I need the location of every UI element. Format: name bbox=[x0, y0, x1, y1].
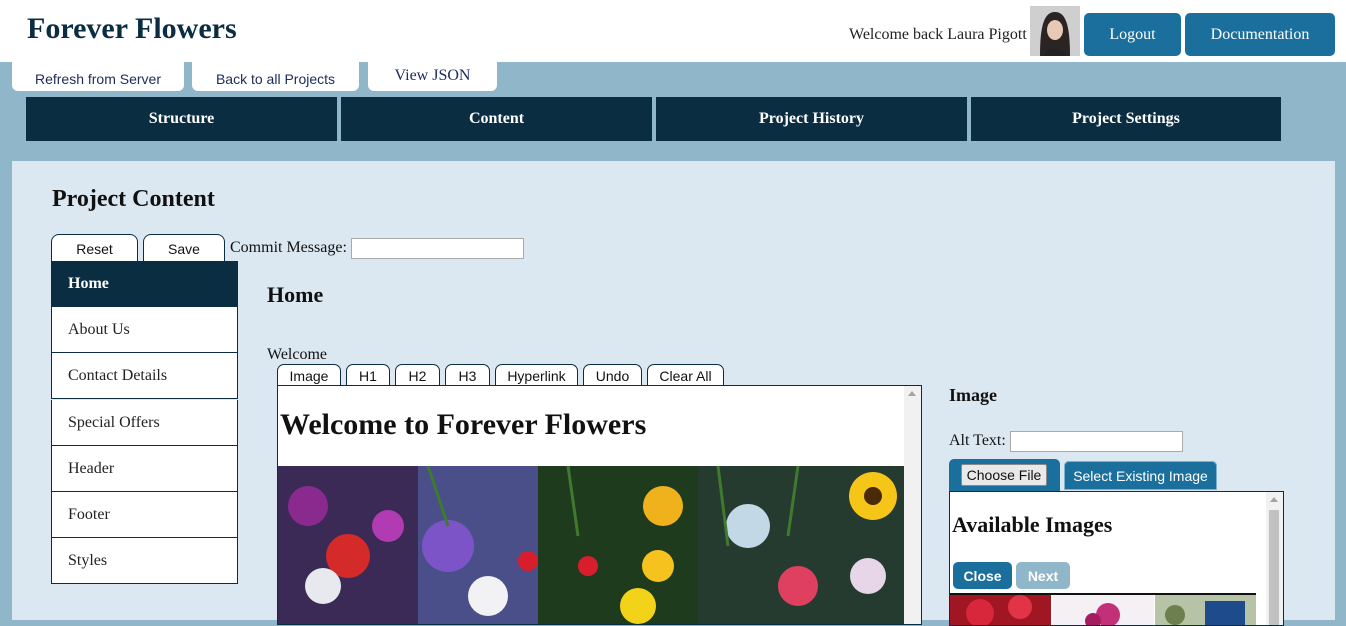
available-images-heading: Available Images bbox=[952, 512, 1113, 537]
tab-project-settings[interactable]: Project Settings bbox=[971, 97, 1281, 141]
editor-scrollbar[interactable] bbox=[904, 386, 921, 624]
image-heading: Image bbox=[949, 385, 997, 405]
sidebar-item-special-offers[interactable]: Special Offers bbox=[51, 400, 238, 446]
documentation-button[interactable]: Documentation bbox=[1185, 13, 1335, 56]
thumbnail-image[interactable] bbox=[950, 595, 1051, 625]
thumbnail-image[interactable] bbox=[1053, 595, 1154, 625]
editor-hyperlink-button[interactable]: Hyperlink bbox=[495, 364, 578, 386]
next-button[interactable]: Next bbox=[1016, 562, 1070, 589]
sidebar-item-about-us[interactable]: About Us bbox=[51, 307, 238, 353]
editor-heading: Welcome to Forever Flowers bbox=[280, 408, 647, 441]
sidebar-item-styles[interactable]: Styles bbox=[51, 538, 238, 584]
commit-message-label: Commit Message: bbox=[230, 239, 347, 256]
editor-undo-button[interactable]: Undo bbox=[583, 364, 642, 386]
tab-project-history[interactable]: Project History bbox=[656, 97, 967, 141]
alt-text-label: Alt Text: bbox=[949, 432, 1006, 449]
image-thumbnails bbox=[950, 593, 1256, 625]
flowers-image bbox=[278, 465, 904, 624]
sidebar-item-footer[interactable]: Footer bbox=[51, 492, 238, 538]
field-label-welcome: Welcome bbox=[267, 346, 328, 363]
welcome-message: Welcome back Laura Pigott bbox=[849, 26, 1027, 43]
available-images-panel: Available Images Close Next bbox=[949, 491, 1284, 626]
logout-button[interactable]: Logout bbox=[1084, 13, 1181, 56]
sidebar-item-header[interactable]: Header bbox=[51, 446, 238, 492]
editor-h3-button[interactable]: H3 bbox=[445, 364, 490, 386]
rich-text-editor[interactable]: Welcome to Forever Flowers bbox=[277, 385, 922, 625]
reset-button[interactable]: Reset bbox=[51, 234, 138, 261]
app-title: Forever Flowers bbox=[27, 12, 237, 45]
tab-structure[interactable]: Structure bbox=[26, 97, 337, 141]
editor-h1-button[interactable]: H1 bbox=[346, 364, 390, 386]
commit-message-input[interactable] bbox=[351, 238, 524, 259]
save-button[interactable]: Save bbox=[143, 234, 225, 261]
thumbnail-image[interactable] bbox=[1155, 595, 1256, 625]
available-images-scrollbar[interactable] bbox=[1266, 492, 1283, 625]
choose-file-button[interactable]: Choose File bbox=[961, 464, 1047, 486]
section-heading: Home bbox=[267, 282, 324, 307]
editor-clear-all-button[interactable]: Clear All bbox=[647, 364, 724, 386]
editor-h2-button[interactable]: H2 bbox=[395, 364, 440, 386]
alt-text-input[interactable] bbox=[1010, 431, 1183, 452]
view-json-button[interactable]: View JSON bbox=[368, 62, 497, 91]
select-existing-image-button[interactable]: Select Existing Image bbox=[1064, 461, 1217, 490]
avatar bbox=[1030, 6, 1080, 56]
tab-content[interactable]: Content bbox=[341, 97, 652, 141]
close-button[interactable]: Close bbox=[953, 562, 1012, 589]
sidebar-item-home[interactable]: Home bbox=[51, 261, 238, 307]
refresh-from-server-button[interactable]: Refresh from Server bbox=[12, 62, 184, 91]
page-title: Project Content bbox=[52, 186, 215, 212]
back-to-projects-button[interactable]: Back to all Projects bbox=[192, 62, 359, 91]
sidebar-item-contact-details[interactable]: Contact Details bbox=[51, 353, 238, 399]
editor-image-button[interactable]: Image bbox=[277, 364, 341, 386]
